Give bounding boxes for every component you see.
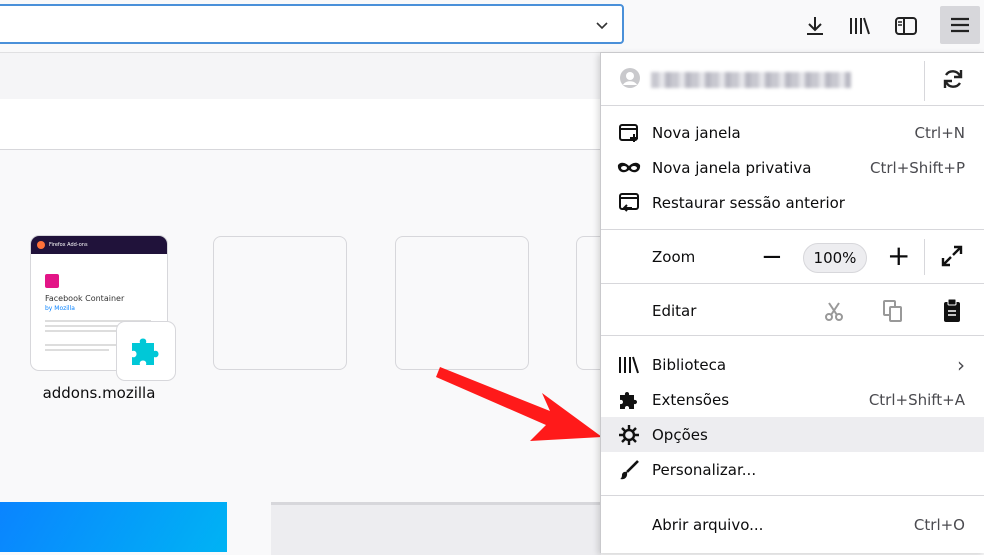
menu-edit-row: Editar: [601, 293, 984, 328]
puzzle-icon: [117, 322, 175, 380]
thumb-header: Firefox Add-ons: [31, 236, 167, 254]
private-mask-icon: [617, 157, 641, 179]
red-arrow-annotation: [436, 367, 602, 441]
restore-session-icon: [617, 192, 641, 214]
menu-item-label: Extensões: [652, 390, 730, 409]
menu-item-library[interactable]: Biblioteca ›: [601, 347, 984, 382]
menu-item-label: Opções: [652, 425, 708, 444]
fullscreen-icon[interactable]: [941, 245, 963, 271]
divider: [601, 335, 984, 336]
menu-item-open-file[interactable]: Abrir arquivo... Ctrl+O: [601, 507, 984, 542]
menu-item-label: Nova janela privativa: [652, 158, 812, 177]
menu-item-label: Biblioteca: [652, 355, 727, 374]
menu-item-shortcut: Ctrl+N: [914, 123, 965, 142]
hamburger-menu-icon[interactable]: [940, 6, 980, 44]
download-icon[interactable]: [799, 10, 831, 42]
divider: [924, 61, 925, 101]
new-window-icon: [617, 122, 641, 144]
cut-icon[interactable]: [823, 300, 845, 326]
menu-item-customize[interactable]: Personalizar...: [601, 452, 984, 487]
menu-item-options[interactable]: Opções: [601, 417, 984, 452]
firefox-logo-icon: [37, 241, 45, 249]
sync-icon[interactable]: [941, 67, 965, 95]
divider: [924, 239, 925, 275]
puzzle-icon: [617, 389, 641, 411]
zoom-reset-button[interactable]: 100%: [803, 243, 867, 273]
tab-strip: [0, 52, 600, 100]
highlight-card[interactable]: [271, 502, 601, 555]
account-icon[interactable]: [619, 67, 641, 93]
divider: [601, 229, 984, 230]
library-icon: [617, 354, 641, 376]
menu-item-label: Abrir arquivo...: [652, 515, 764, 534]
menu-item-shortcut: Ctrl+Shift+P: [870, 158, 965, 177]
thumb-author: by Mozilla: [45, 305, 75, 312]
zoom-in-button[interactable]: +: [887, 242, 910, 270]
menu-item-label: Personalizar...: [652, 460, 757, 479]
app-menu-panel: Nova janela Ctrl+N Nova janela privativa…: [600, 52, 984, 553]
thumb-brand: Firefox Add-ons: [49, 242, 88, 248]
top-site-empty[interactable]: [395, 236, 529, 370]
menu-item-restore-session[interactable]: Restaurar sessão anterior: [601, 185, 984, 220]
toolbar: [0, 0, 984, 52]
menu-item-new-window[interactable]: Nova janela Ctrl+N: [601, 115, 984, 150]
container-logo-icon: [45, 274, 59, 288]
menu-item-shortcut: Ctrl+Shift+A: [868, 390, 965, 409]
sidebar-icon[interactable]: [890, 10, 922, 42]
divider: [601, 105, 984, 106]
highlight-card[interactable]: [0, 502, 227, 552]
divider: [601, 495, 984, 496]
menu-zoom-row: Zoom: [601, 239, 984, 274]
menu-item-label: Nova janela: [652, 123, 741, 142]
menu-item-extensions[interactable]: Extensões Ctrl+Shift+A: [601, 382, 984, 417]
gear-icon: [617, 424, 641, 446]
menu-item-label: Restaurar sessão anterior: [652, 193, 845, 212]
paintbrush-icon: [617, 459, 641, 481]
copy-icon[interactable]: [882, 299, 904, 327]
menu-item-private-window[interactable]: Nova janela privativa Ctrl+Shift+P: [601, 150, 984, 185]
divider: [601, 283, 984, 284]
address-bar[interactable]: [0, 4, 624, 44]
top-site-label[interactable]: addons.mozilla: [31, 384, 167, 402]
top-site-empty[interactable]: [213, 236, 347, 370]
chevron-right-icon: ›: [957, 352, 965, 377]
search-strip: [0, 99, 600, 150]
chevron-down-icon[interactable]: [594, 14, 610, 38]
zoom-label: Zoom: [652, 247, 696, 266]
thumb-title: Facebook Container: [45, 294, 125, 303]
zoom-out-button[interactable]: −: [761, 244, 783, 270]
edit-label: Editar: [652, 301, 697, 320]
paste-icon[interactable]: [941, 298, 963, 328]
library-icon[interactable]: [844, 10, 876, 42]
menu-item-shortcut: Ctrl+O: [913, 515, 965, 534]
account-email[interactable]: [651, 72, 851, 88]
